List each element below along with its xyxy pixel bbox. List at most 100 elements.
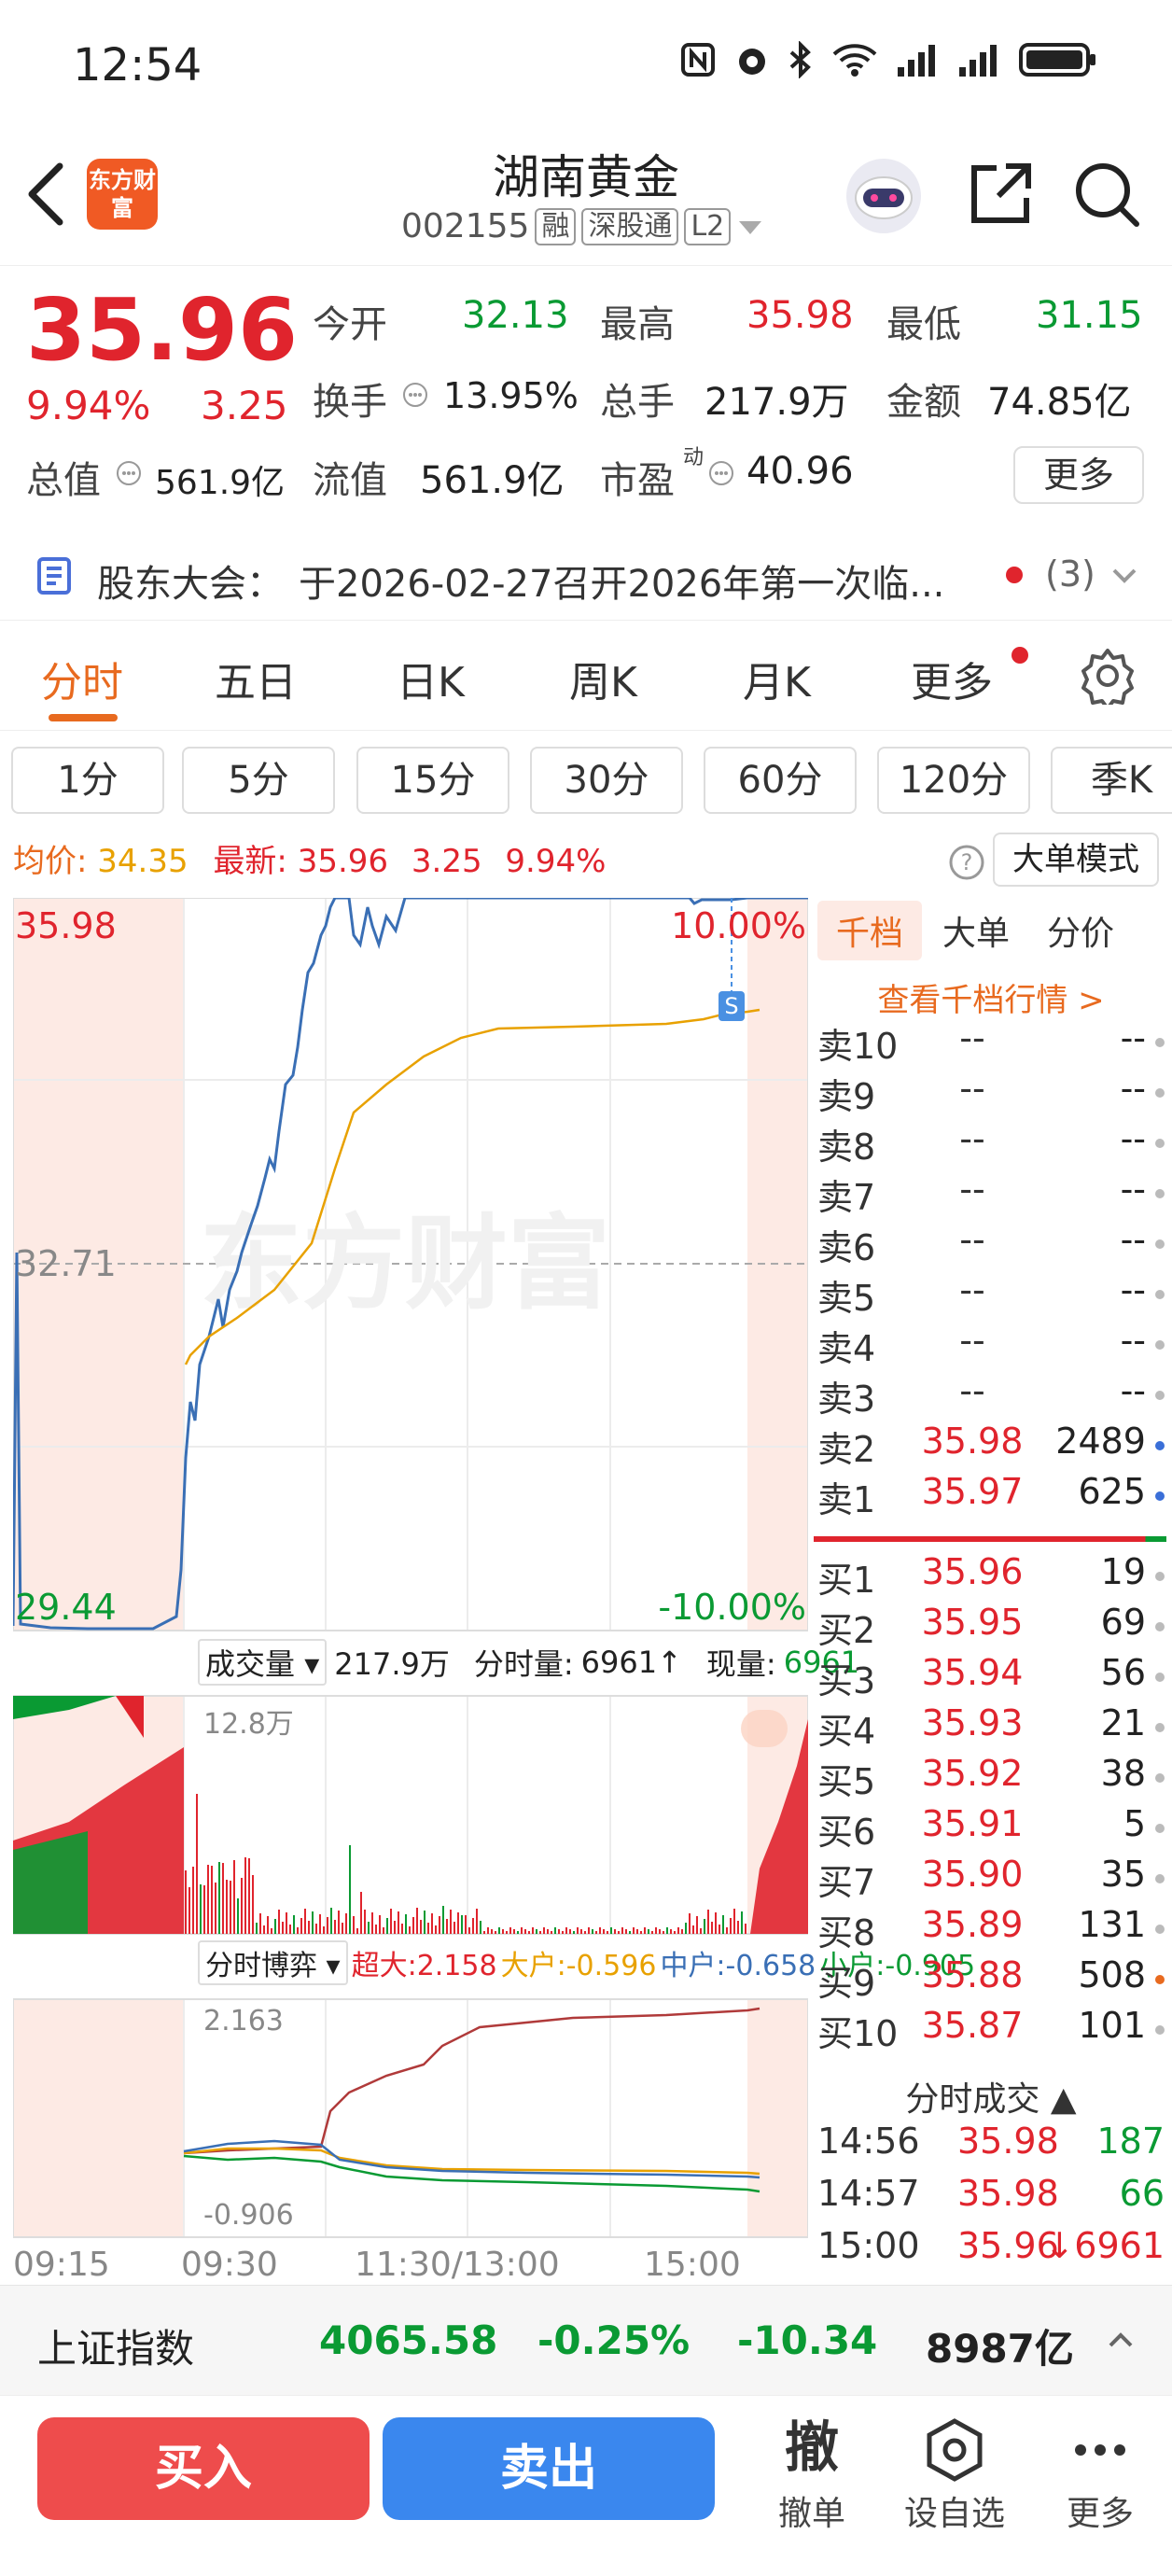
ask-price: 35.98 (921, 1421, 1024, 1462)
bid-level-6[interactable]: 买6 35.91 5 (817, 1803, 1165, 1854)
auction-zone-game (13, 1999, 184, 2237)
level-dot (1155, 1088, 1165, 1098)
capital-game-selector[interactable]: 分时博弈 ▾ (198, 1940, 348, 1985)
info-icon[interactable] (115, 459, 143, 487)
ask-level-2[interactable]: 卖9 -- -- (817, 1068, 1165, 1118)
bid-level-4[interactable]: 买4 35.93 21 (817, 1702, 1165, 1753)
tab-intraday[interactable]: 分时 (41, 649, 123, 708)
add-watchlist-button[interactable]: 设自选 (885, 2417, 1025, 2535)
tab-price-dist[interactable]: 分价 (1047, 906, 1114, 955)
volume-bar (655, 1927, 657, 1934)
level-dot (1155, 1925, 1165, 1934)
tab-weekly-k[interactable]: 周K (569, 649, 637, 708)
cancel-order-button[interactable]: 撤 撤单 (742, 2417, 882, 2535)
volume-bar (304, 1909, 306, 1934)
ask-volume: -- (1120, 1219, 1146, 1260)
bid-level-3[interactable]: 买3 35.94 56 (817, 1652, 1165, 1702)
volume-bar (244, 1857, 246, 1934)
volume-bar (312, 1911, 314, 1934)
bid-level-1[interactable]: 买1 35.96 19 (817, 1551, 1165, 1602)
help-icon[interactable]: ? (948, 844, 985, 881)
ask-level-9[interactable]: 卖2 35.98 2489 (817, 1421, 1165, 1471)
volume-bar (431, 1913, 433, 1934)
period-15min[interactable]: 15分 (356, 747, 509, 814)
search-icon[interactable] (1071, 159, 1142, 230)
trade-row: 14:57 35.98 66 (817, 2173, 1165, 2223)
volume-bar (263, 1925, 265, 1934)
volume-bar (677, 1927, 679, 1934)
buy-button[interactable]: 买入 (37, 2417, 370, 2520)
bid-level-10[interactable]: 买10 35.87 101 (817, 2005, 1165, 2055)
ask-level-5[interactable]: 卖6 -- -- (817, 1219, 1165, 1269)
trade-volume: 66 (1119, 2173, 1165, 2214)
bid-level-8[interactable]: 买8 35.89 131 (817, 1904, 1165, 1954)
level-dot (1155, 2025, 1165, 2035)
ask-level-10[interactable]: 卖1 35.97 625 (817, 1471, 1165, 1521)
big-order-mode-button[interactable]: 大单模式 (993, 833, 1159, 887)
volume-bar (282, 1922, 284, 1934)
share-icon[interactable] (965, 159, 1036, 230)
sell-button[interactable]: 卖出 (383, 2417, 715, 2520)
volume-bar (524, 1929, 526, 1934)
info-icon[interactable] (401, 381, 429, 409)
period-quarter-k[interactable]: 季K (1051, 747, 1172, 814)
tab-daily-k[interactable]: 日K (397, 649, 465, 708)
robot-assistant-icon[interactable] (844, 157, 923, 235)
ask-level-6[interactable]: 卖5 -- -- (817, 1269, 1165, 1320)
more-quote-button[interactable]: 更多 (1013, 446, 1144, 504)
ask-volume: -- (1120, 1068, 1146, 1109)
gear-icon[interactable] (1079, 647, 1137, 705)
period-60min[interactable]: 60分 (704, 747, 857, 814)
pct-axis-bottom: -10.00% (658, 1587, 806, 1628)
ask-level-3[interactable]: 卖8 -- -- (817, 1118, 1165, 1169)
tab-big-order[interactable]: 大单 (942, 906, 1010, 955)
volume-bar (476, 1909, 478, 1934)
svg-text:?: ? (961, 849, 973, 875)
trades-title[interactable]: 分时成交 ▲ (810, 2072, 1172, 2121)
pe-label: 市盈 (600, 459, 675, 502)
tab-monthly-k[interactable]: 月K (743, 649, 811, 708)
volume-bar (360, 1892, 362, 1934)
ask-volume: -- (1120, 1370, 1146, 1411)
period-120min[interactable]: 120分 (877, 747, 1030, 814)
stock-code-row[interactable]: 002155 融 深股通 L2 (401, 207, 764, 245)
bid-level-7[interactable]: 买7 35.90 35 (817, 1854, 1165, 1904)
pct-axis-top: 10.00% (671, 905, 806, 946)
expand-icon[interactable] (741, 1710, 788, 1747)
ask-level-8[interactable]: 卖3 -- -- (817, 1370, 1165, 1421)
chevron-up-icon[interactable] (1107, 2329, 1135, 2351)
high-value: 35.98 (746, 294, 854, 337)
more-button[interactable]: 更多 (1030, 2417, 1170, 2535)
ask-level-7[interactable]: 卖4 -- -- (817, 1320, 1165, 1370)
level-dot (1155, 1572, 1165, 1581)
tab-depth[interactable]: 千档 (817, 901, 923, 960)
ask-label: 卖3 (817, 1379, 876, 1420)
volume-bar (427, 1923, 429, 1934)
volume-selector[interactable]: 成交量 ▾ (198, 1639, 328, 1686)
bid-level-5[interactable]: 买5 35.92 38 (817, 1753, 1165, 1803)
period-5min[interactable]: 5分 (182, 747, 335, 814)
volume-bar (599, 1927, 601, 1934)
bid-level-9[interactable]: 买9 35.88 508 (817, 1954, 1165, 2005)
info-icon[interactable] (707, 459, 735, 487)
volume-bar (230, 1881, 231, 1934)
period-1min[interactable]: 1分 (11, 747, 164, 814)
period-30min[interactable]: 30分 (530, 747, 683, 814)
volume-bar (491, 1929, 493, 1934)
view-depth-link[interactable]: 查看千档行情 > (810, 974, 1172, 1020)
bid-volume: 19 (1100, 1551, 1146, 1592)
intraday-chart[interactable]: 东方财富 S 35.98 32.71 29.44 10.00% -10.00% … (11, 896, 975, 2285)
volume-bar (495, 1931, 496, 1934)
bid-label: 买2 (817, 1610, 876, 1651)
super-large-value: 超大:2.158 (351, 1950, 497, 1982)
ask-level-1[interactable]: 卖10 -- -- (817, 1017, 1165, 1068)
index-ticker[interactable]: 上证指数 4065.58 -0.25% -10.34 8987亿 (0, 2285, 1172, 2395)
volume-bar (457, 1912, 459, 1934)
tab-five-day[interactable]: 五日 (215, 649, 297, 708)
tab-more[interactable]: 更多 (911, 649, 993, 708)
notice-bar[interactable]: 股东大会： 于2026-02-27召开2026年第一次临... (3) (0, 537, 1172, 621)
volume-bar (390, 1909, 392, 1934)
bid-level-2[interactable]: 买2 35.95 69 (817, 1602, 1165, 1652)
ask-level-4[interactable]: 卖7 -- -- (817, 1169, 1165, 1219)
volume-bars (185, 1794, 746, 1934)
